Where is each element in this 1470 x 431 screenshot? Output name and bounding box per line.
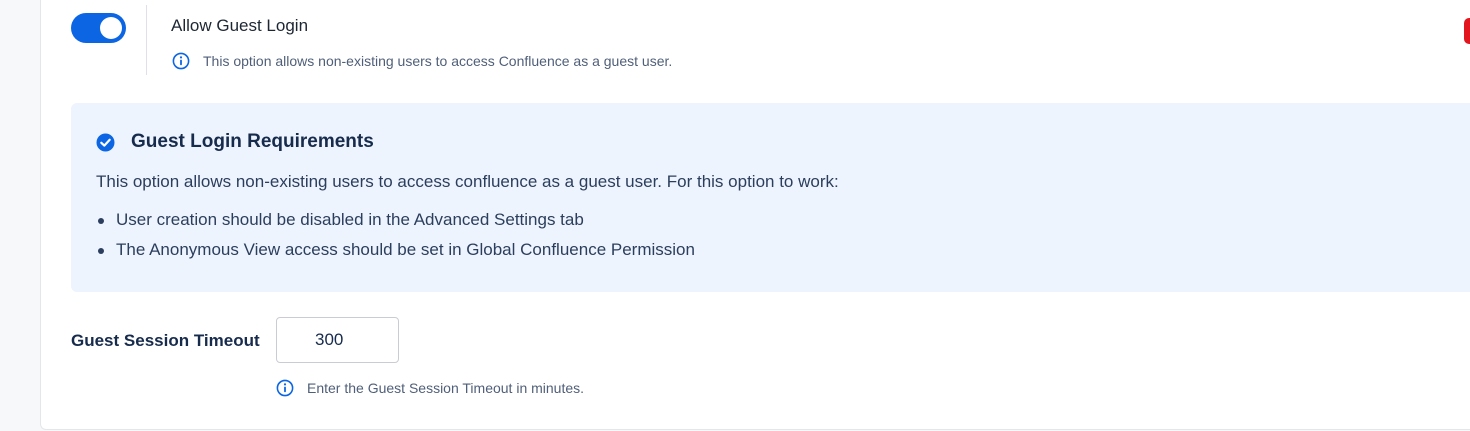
bullet-icon: [98, 248, 104, 254]
info-icon: [276, 379, 294, 397]
list-item-text: User creation should be disabled in the …: [116, 210, 584, 229]
edge-tab[interactable]: [1464, 18, 1470, 44]
list-item: User creation should be disabled in the …: [96, 208, 695, 238]
vertical-divider: [146, 5, 147, 75]
guest-session-timeout-hint: Enter the Guest Session Timeout in minut…: [307, 380, 585, 396]
allow-guest-login-description: This option allows non-existing users to…: [203, 53, 673, 69]
list-item-text: The Anonymous View access should be set …: [116, 240, 695, 259]
requirements-title: Guest Login Requirements: [131, 131, 374, 152]
allow-guest-login-toggle[interactable]: [71, 13, 126, 43]
guest-session-timeout-input[interactable]: [276, 317, 399, 363]
bullet-icon: [98, 218, 104, 224]
requirements-intro: This option allows non-existing users to…: [96, 172, 839, 191]
allow-guest-login-title: Allow Guest Login: [171, 16, 309, 35]
requirements-list: User creation should be disabled in the …: [96, 208, 695, 268]
check-circle-icon: [96, 133, 115, 152]
info-icon: [172, 52, 190, 70]
guest-session-timeout-label: Guest Session Timeout: [71, 331, 260, 350]
list-item: The Anonymous View access should be set …: [96, 238, 695, 268]
toggle-knob: [100, 17, 122, 39]
